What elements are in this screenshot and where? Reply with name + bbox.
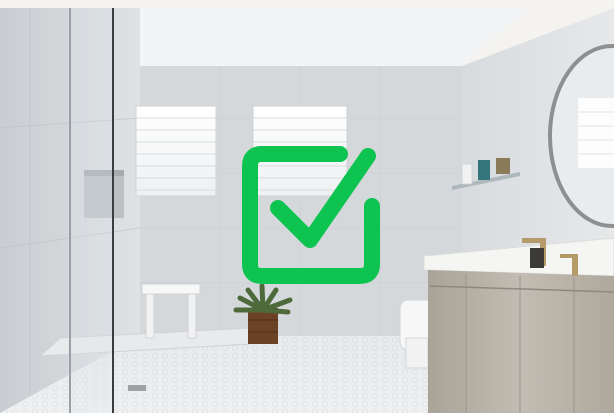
checkbox-checked-icon (242, 146, 380, 284)
glass-panel (68, 8, 114, 413)
photo-frame (0, 8, 614, 413)
window-left (135, 105, 217, 197)
floor-drain (128, 385, 146, 391)
ceiling (110, 8, 530, 66)
vanity (423, 237, 614, 413)
soap-dispenser (530, 248, 544, 268)
